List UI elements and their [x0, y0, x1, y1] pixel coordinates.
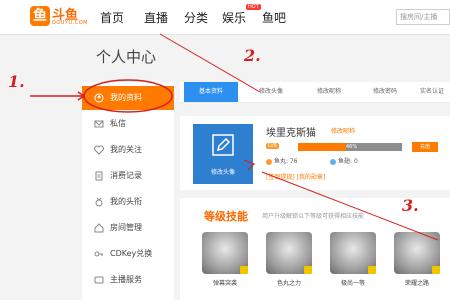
user-icon: [94, 93, 104, 103]
fish-logo-icon: 鱼: [30, 6, 50, 26]
nav-entertainment[interactable]: 娱乐: [222, 9, 246, 26]
sidebar-item-label: 私信: [110, 119, 126, 128]
nav-live[interactable]: 直播: [144, 9, 168, 26]
mail-icon: [94, 120, 104, 128]
sidebar-item-label: CDKey兑换: [110, 249, 153, 258]
sidebar-item-cdkey[interactable]: CDKey兑换: [82, 242, 174, 266]
profile-links[interactable]: [签到提现] [我的勋章]: [266, 172, 325, 181]
yuchi-stat: 鱼翅: 0: [330, 156, 358, 165]
profile-card: 修改头像 埃里克斯猫 修改昵称 LV6 46% 充值 鱼丸: 76 鱼翅: 0 …: [180, 116, 450, 190]
yuchi-icon: [330, 158, 336, 165]
username: 埃里克斯猫: [266, 128, 316, 139]
lock-icon: [304, 266, 312, 274]
sidebar-item-follows[interactable]: 我的关注: [82, 138, 174, 162]
edit-nickname-link[interactable]: 修改昵称: [331, 126, 355, 135]
yuwan-value: 76: [289, 158, 298, 165]
yuchi-value: 0: [353, 158, 358, 165]
nav-fishbar[interactable]: 鱼吧: [262, 9, 286, 26]
sidebar-item-label: 我的资料: [110, 93, 142, 102]
level-badge: LV6: [266, 143, 279, 149]
sidebar-item-purchases[interactable]: 消费记录: [82, 164, 174, 188]
sidebar-item-my-profile[interactable]: 我的资料: [82, 86, 174, 110]
lock-icon: [368, 266, 376, 274]
skills-title: 等级技能: [204, 210, 248, 223]
skill-name: 极尚一等: [340, 280, 365, 287]
avatar-caption: 修改头像: [210, 169, 235, 176]
annotation-label-1: 1.: [8, 72, 25, 91]
sidebar-item-label: 主播服务: [110, 275, 142, 284]
nav-home[interactable]: 首页: [100, 9, 124, 26]
skills-description: 用户升级解锁以下等级可获得相应技能: [262, 213, 365, 220]
avatar[interactable]: 修改头像: [193, 124, 253, 184]
home-icon: [94, 223, 104, 233]
tab-basic-info[interactable]: 基本资料: [184, 82, 238, 102]
logo-subtext: DOUYU.COM: [52, 20, 88, 26]
lock-icon: [240, 266, 248, 274]
search-input[interactable]: 搜房间/主播: [396, 9, 450, 25]
annotation-label-2: 2.: [244, 46, 261, 65]
yuwan-icon: [266, 158, 272, 165]
lock-icon: [432, 266, 440, 274]
tab-change-password[interactable]: 修改密码: [360, 82, 410, 102]
yuchi-label: 鱼翅:: [338, 158, 353, 165]
sidebar: 我的资料 私信 我的关注 消费记录 我的头衔 房间管理 CDKey兑换 主播服务: [82, 82, 174, 300]
tab-real-name[interactable]: 实名认证: [414, 82, 450, 102]
heart-icon: [94, 145, 104, 155]
sidebar-item-messages[interactable]: 私信: [82, 112, 174, 136]
top-navbar: 鱼 斗鱼 DOUYU.COM 首页 直播 分类 娱乐 HOT 鱼吧 搜房间/主播: [0, 0, 450, 35]
tab-change-nickname[interactable]: 修改昵称: [304, 82, 354, 102]
skill-name: 弹幕突袭: [212, 280, 237, 287]
yuwan-stat: 鱼丸: 76: [266, 156, 298, 165]
medal-icon: [95, 197, 103, 207]
page-title: 个人中心: [96, 48, 157, 66]
sidebar-item-room-manage[interactable]: 房间管理: [82, 216, 174, 240]
sidebar-item-label: 我的关注: [110, 145, 142, 154]
yuwan-label: 鱼丸:: [274, 158, 289, 165]
annotation-label-3: 3.: [402, 196, 419, 215]
recharge-button[interactable]: 充值: [412, 142, 438, 152]
sidebar-item-label: 我的头衔: [110, 197, 142, 206]
skill-item[interactable]: 极尚一等: [330, 232, 376, 290]
skill-item[interactable]: 色丸之力: [266, 232, 312, 290]
skill-name: 荣耀之路: [404, 280, 429, 287]
sidebar-item-label: 消费记录: [110, 171, 142, 180]
skill-item[interactable]: 荣耀之路: [394, 232, 440, 290]
profile-tabs: 基本资料 修改头像 修改昵称 修改密码 实名认证: [180, 82, 450, 103]
hot-badge: HOT: [246, 4, 261, 10]
tab-change-avatar[interactable]: 修改头像: [246, 82, 296, 102]
service-icon: [94, 276, 104, 284]
sidebar-item-titles[interactable]: 我的头衔: [82, 190, 174, 214]
skill-item[interactable]: 弹幕突袭: [202, 232, 248, 290]
edit-icon: [212, 134, 234, 156]
nav-category[interactable]: 分类: [184, 9, 208, 26]
key-icon: [94, 251, 103, 257]
receipt-icon: [95, 171, 103, 181]
sidebar-item-label: 房间管理: [110, 223, 142, 232]
douyu-logo[interactable]: 鱼 斗鱼 DOUYU.COM: [30, 4, 88, 30]
level-progress-fill: [298, 143, 346, 151]
sidebar-item-streamer-service[interactable]: 主播服务: [82, 268, 174, 292]
skill-name: 色丸之力: [276, 280, 301, 287]
level-progress-bar: 46%: [298, 143, 402, 151]
level-progress-text: 46%: [346, 144, 358, 150]
